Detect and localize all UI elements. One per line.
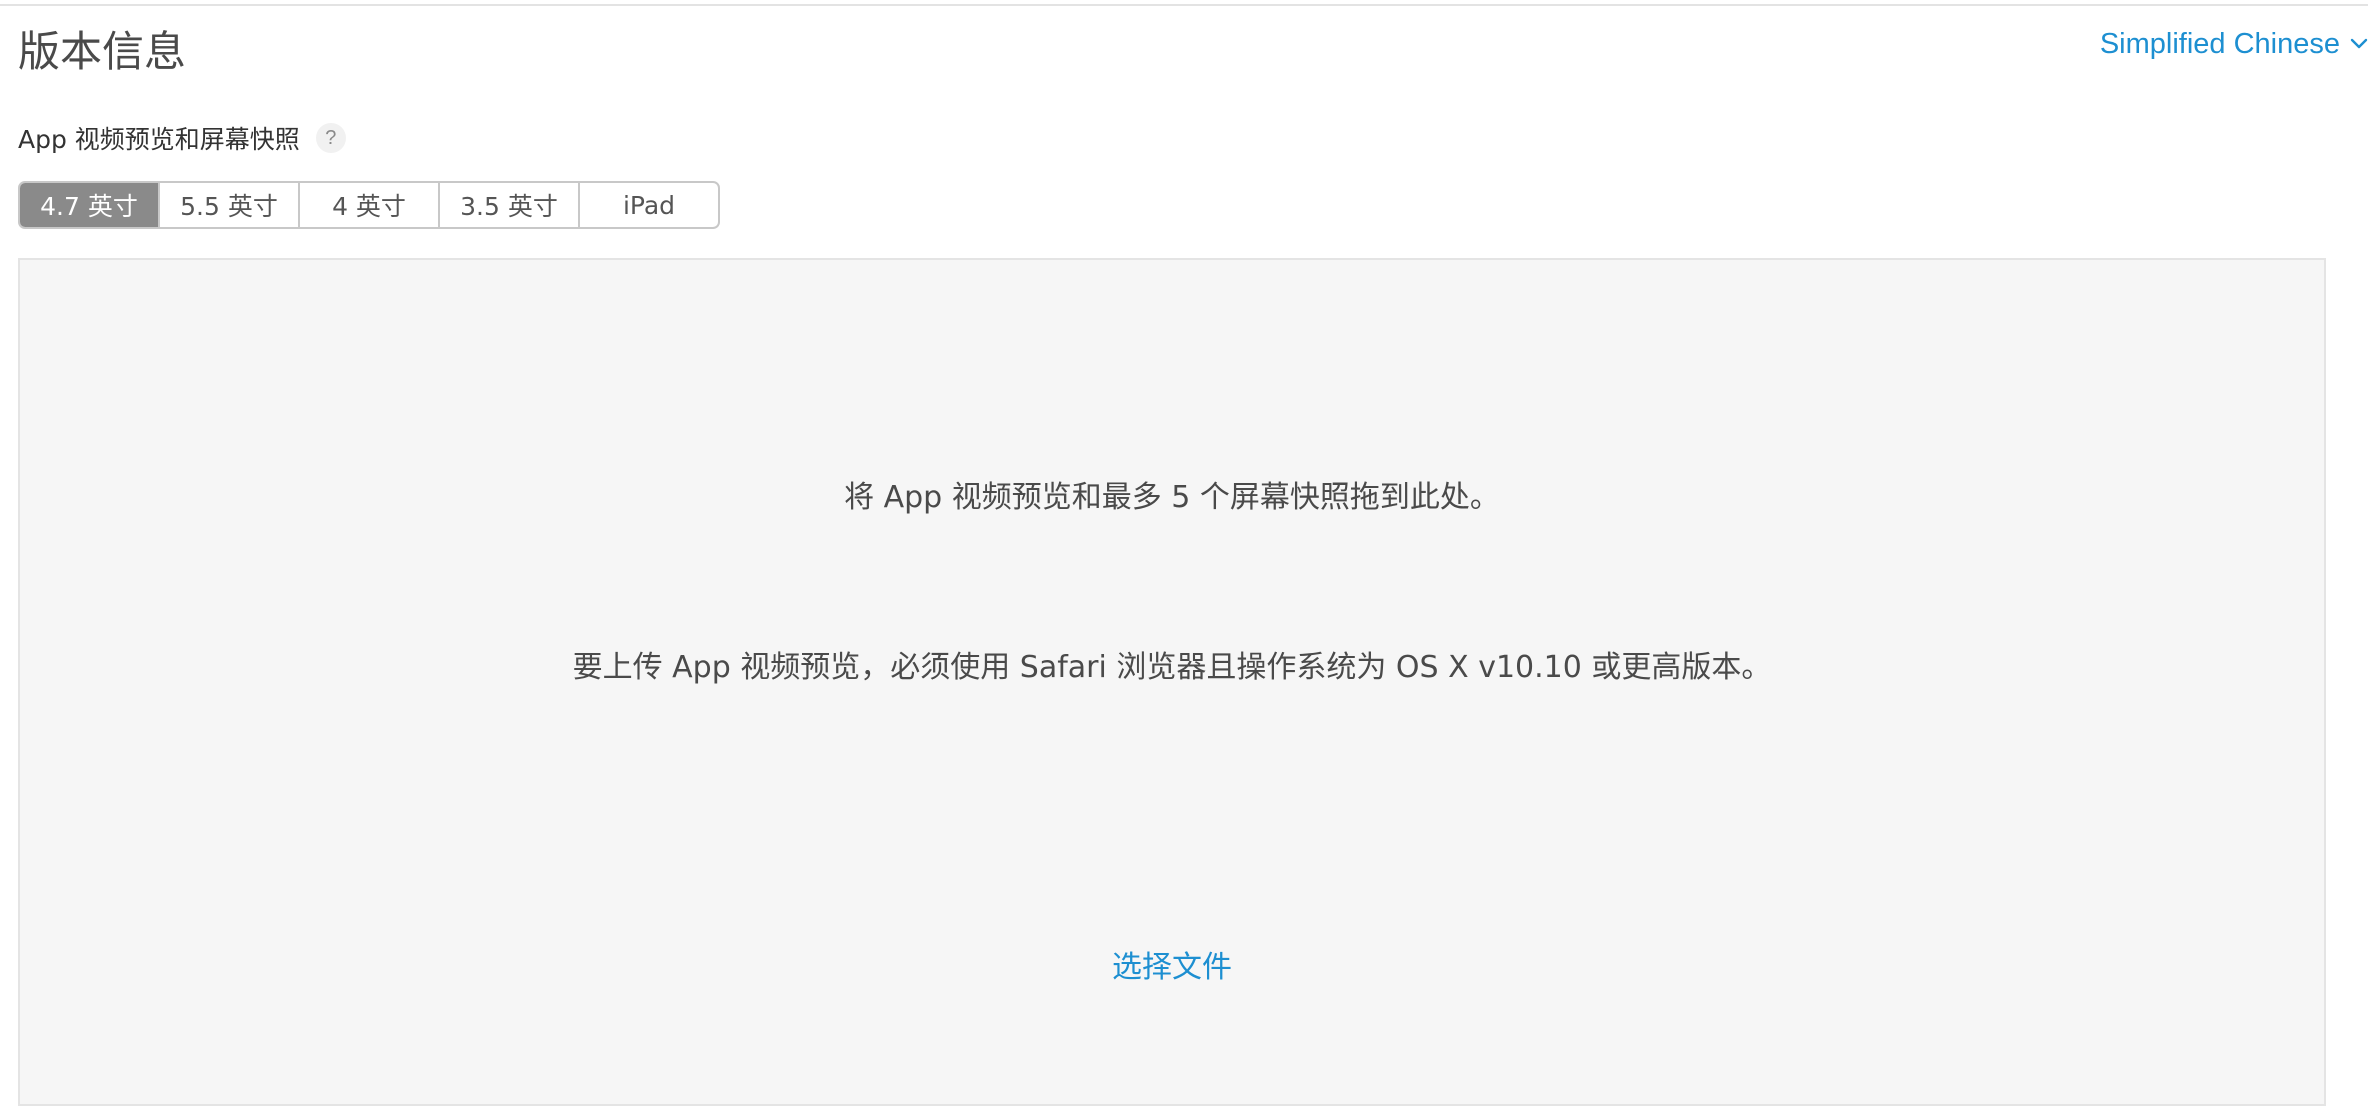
device-size-tabs: 4.7 英寸 5.5 英寸 4 英寸 3.5 英寸 iPad [18,181,720,229]
tab-5-5-inch[interactable]: 5.5 英寸 [158,183,298,227]
language-select[interactable]: Simplified Chinese [2100,24,2368,64]
top-divider [0,4,2368,6]
dropzone-requirement: 要上传 App 视频预览，必须使用 Safari 浏览器且操作系统为 OS X … [572,650,1772,685]
media-section-header: App 视频预览和屏幕快照 ? [18,118,346,158]
help-icon[interactable]: ? [315,123,346,153]
tab-4-7-inch[interactable]: 4.7 英寸 [20,183,158,227]
media-dropzone[interactable]: 将 App 视频预览和最多 5 个屏幕快照拖到此处。 要上传 App 视频预览，… [18,258,2326,1106]
tab-3-5-inch[interactable]: 3.5 英寸 [438,183,578,227]
tab-ipad[interactable]: iPad [578,183,718,227]
dropzone-instruction: 将 App 视频预览和最多 5 个屏幕快照拖到此处。 [844,480,1500,515]
page-title: 版本信息 [18,27,187,76]
tab-4-inch[interactable]: 4 英寸 [298,183,438,227]
choose-file-row: 选择文件 [20,942,2324,986]
media-section-label: App 视频预览和屏幕快照 [18,125,300,154]
language-select-value: Simplified Chinese [2099,27,2340,60]
chevron-down-icon [2350,38,2368,49]
choose-file-link[interactable]: 选择文件 [1112,950,1232,985]
